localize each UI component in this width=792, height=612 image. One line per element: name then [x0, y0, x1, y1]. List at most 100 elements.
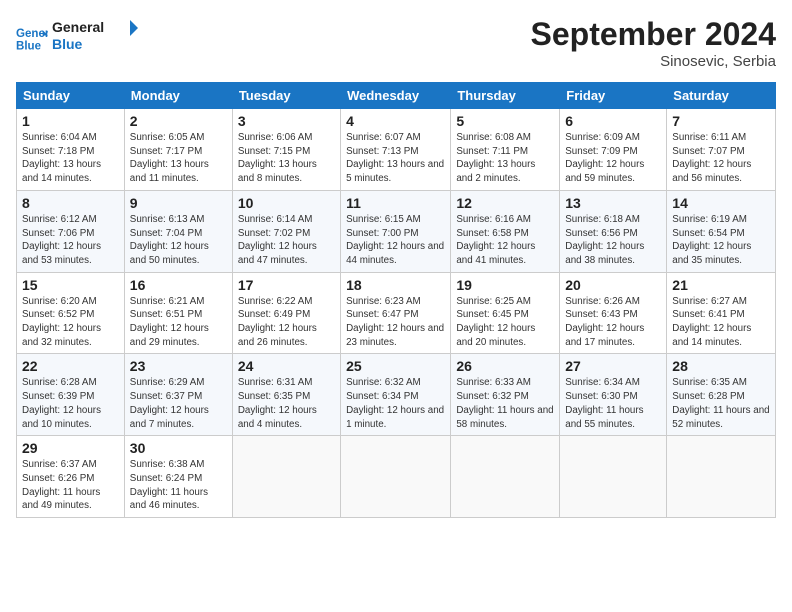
cell-info: Sunrise: 6:12 AMSunset: 7:06 PMDaylight:…: [22, 214, 101, 266]
day-number: 29: [22, 440, 119, 456]
calendar-cell: 29 Sunrise: 6:37 AMSunset: 6:26 PMDayligh…: [17, 436, 125, 518]
day-number: 26: [456, 358, 554, 374]
calendar-cell: 23 Sunrise: 6:29 AMSunset: 6:37 PMDayligh…: [124, 354, 232, 436]
cell-info: Sunrise: 6:29 AMSunset: 6:37 PMDaylight:…: [130, 377, 209, 429]
calendar-cell: 20 Sunrise: 6:26 AMSunset: 6:43 PMDayligh…: [560, 272, 667, 354]
calendar-cell: 3 Sunrise: 6:06 AMSunset: 7:15 PMDaylight…: [232, 109, 340, 191]
calendar-cell: [560, 436, 667, 518]
calendar-cell: 10 Sunrise: 6:14 AMSunset: 7:02 PMDayligh…: [232, 190, 340, 272]
day-number: 14: [672, 195, 770, 211]
day-number: 28: [672, 358, 770, 374]
calendar-cell: 16 Sunrise: 6:21 AMSunset: 6:51 PMDayligh…: [124, 272, 232, 354]
cell-info: Sunrise: 6:26 AMSunset: 6:43 PMDaylight:…: [565, 296, 644, 348]
cell-info: Sunrise: 6:20 AMSunset: 6:52 PMDaylight:…: [22, 296, 101, 348]
month-title: September 2024: [531, 16, 776, 53]
logo-icon: General Blue: [16, 23, 48, 55]
cell-info: Sunrise: 6:13 AMSunset: 7:04 PMDaylight:…: [130, 214, 209, 266]
cell-info: Sunrise: 6:23 AMSunset: 6:47 PMDaylight:…: [346, 296, 444, 348]
cell-info: Sunrise: 6:06 AMSunset: 7:15 PMDaylight:…: [238, 132, 317, 184]
calendar-cell: [341, 436, 451, 518]
cell-info: Sunrise: 6:19 AMSunset: 6:54 PMDaylight:…: [672, 214, 751, 266]
day-header-thursday: Thursday: [451, 83, 560, 109]
cell-info: Sunrise: 6:14 AMSunset: 7:02 PMDaylight:…: [238, 214, 317, 266]
cell-info: Sunrise: 6:15 AMSunset: 7:00 PMDaylight:…: [346, 214, 444, 266]
cell-info: Sunrise: 6:18 AMSunset: 6:56 PMDaylight:…: [565, 214, 644, 266]
day-header-saturday: Saturday: [667, 83, 776, 109]
calendar-cell: 15 Sunrise: 6:20 AMSunset: 6:52 PMDayligh…: [17, 272, 125, 354]
calendar-cell: 27 Sunrise: 6:34 AMSunset: 6:30 PMDayligh…: [560, 354, 667, 436]
cell-info: Sunrise: 6:08 AMSunset: 7:11 PMDaylight:…: [456, 132, 535, 184]
calendar-cell: 24Sunrise: 6:31 AMSunset: 6:35 PMDayligh…: [232, 354, 340, 436]
calendar-week-2: 8Sunrise: 6:12 AMSunset: 7:06 PMDaylight…: [17, 190, 776, 272]
cell-info: Sunrise: 6:25 AMSunset: 6:45 PMDaylight:…: [456, 296, 535, 348]
svg-text:General: General: [52, 19, 104, 35]
calendar-body: 1Sunrise: 6:04 AMSunset: 7:18 PMDaylight…: [17, 109, 776, 518]
calendar-cell: 4 Sunrise: 6:07 AMSunset: 7:13 PMDaylight…: [341, 109, 451, 191]
calendar-cell: [232, 436, 340, 518]
day-number: 19: [456, 277, 554, 293]
cell-info: Sunrise: 6:21 AMSunset: 6:51 PMDaylight:…: [130, 296, 209, 348]
title-block: September 2024 Sinosevic, Serbia: [531, 16, 776, 70]
calendar-week-1: 1Sunrise: 6:04 AMSunset: 7:18 PMDaylight…: [17, 109, 776, 191]
day-number: 22: [22, 358, 119, 374]
calendar-cell: 21 Sunrise: 6:27 AMSunset: 6:41 PMDayligh…: [667, 272, 776, 354]
day-number: 16: [130, 277, 227, 293]
day-number: 30: [130, 440, 227, 456]
cell-info: Sunrise: 6:37 AMSunset: 6:26 PMDaylight:…: [22, 459, 100, 511]
calendar-cell: 2 Sunrise: 6:05 AMSunset: 7:17 PMDaylight…: [124, 109, 232, 191]
calendar-cell: 12 Sunrise: 6:16 AMSunset: 6:58 PMDayligh…: [451, 190, 560, 272]
cell-info: Sunrise: 6:07 AMSunset: 7:13 PMDaylight:…: [346, 132, 444, 184]
calendar-cell: 6Sunrise: 6:09 AMSunset: 7:09 PMDaylight…: [560, 109, 667, 191]
day-header-friday: Friday: [560, 83, 667, 109]
day-number: 3: [238, 113, 335, 129]
day-number: 15: [22, 277, 119, 293]
cell-info: Sunrise: 6:16 AMSunset: 6:58 PMDaylight:…: [456, 214, 535, 266]
day-number: 20: [565, 277, 661, 293]
day-number: 1: [22, 113, 119, 129]
cell-info: Sunrise: 6:27 AMSunset: 6:41 PMDaylight:…: [672, 296, 751, 348]
cell-info: Sunrise: 6:09 AMSunset: 7:09 PMDaylight:…: [565, 132, 644, 184]
calendar-cell: 5 Sunrise: 6:08 AMSunset: 7:11 PMDaylight…: [451, 109, 560, 191]
day-number: 23: [130, 358, 227, 374]
cell-info: Sunrise: 6:35 AMSunset: 6:28 PMDaylight:…: [672, 377, 769, 429]
day-number: 10: [238, 195, 335, 211]
logo: General Blue General Blue: [16, 16, 142, 61]
calendar-cell: 17Sunrise: 6:22 AMSunset: 6:49 PMDayligh…: [232, 272, 340, 354]
calendar-week-5: 29 Sunrise: 6:37 AMSunset: 6:26 PMDayligh…: [17, 436, 776, 518]
day-number: 18: [346, 277, 445, 293]
day-number: 5: [456, 113, 554, 129]
location: Sinosevic, Serbia: [531, 53, 776, 70]
cell-info: Sunrise: 6:31 AMSunset: 6:35 PMDaylight:…: [238, 377, 317, 429]
day-number: 27: [565, 358, 661, 374]
cell-info: Sunrise: 6:38 AMSunset: 6:24 PMDaylight:…: [130, 459, 208, 511]
svg-text:Blue: Blue: [52, 36, 83, 52]
calendar-cell: 26Sunrise: 6:33 AMSunset: 6:32 PMDayligh…: [451, 354, 560, 436]
calendar-cell: 13 Sunrise: 6:18 AMSunset: 6:56 PMDayligh…: [560, 190, 667, 272]
calendar-cell: 28 Sunrise: 6:35 AMSunset: 6:28 PMDayligh…: [667, 354, 776, 436]
day-number: 25: [346, 358, 445, 374]
calendar-cell: 1Sunrise: 6:04 AMSunset: 7:18 PMDaylight…: [17, 109, 125, 191]
day-number: 21: [672, 277, 770, 293]
calendar-cell: 14 Sunrise: 6:19 AMSunset: 6:54 PMDayligh…: [667, 190, 776, 272]
cell-info: Sunrise: 6:11 AMSunset: 7:07 PMDaylight:…: [672, 132, 751, 184]
calendar-cell: 9 Sunrise: 6:13 AMSunset: 7:04 PMDaylight…: [124, 190, 232, 272]
cell-info: Sunrise: 6:34 AMSunset: 6:30 PMDaylight:…: [565, 377, 643, 429]
day-number: 13: [565, 195, 661, 211]
svg-text:Blue: Blue: [16, 40, 42, 52]
calendar-week-3: 15 Sunrise: 6:20 AMSunset: 6:52 PMDayligh…: [17, 272, 776, 354]
day-number: 2: [130, 113, 227, 129]
day-header-tuesday: Tuesday: [232, 83, 340, 109]
cell-info: Sunrise: 6:28 AMSunset: 6:39 PMDaylight:…: [22, 377, 101, 429]
calendar-cell: 25 Sunrise: 6:32 AMSunset: 6:34 PMDayligh…: [341, 354, 451, 436]
day-number: 7: [672, 113, 770, 129]
calendar-cell: [451, 436, 560, 518]
day-number: 9: [130, 195, 227, 211]
calendar-week-4: 22 Sunrise: 6:28 AMSunset: 6:39 PMDayligh…: [17, 354, 776, 436]
calendar-cell: 7 Sunrise: 6:11 AMSunset: 7:07 PMDaylight…: [667, 109, 776, 191]
cell-info: Sunrise: 6:05 AMSunset: 7:17 PMDaylight:…: [130, 132, 209, 184]
cell-info: Sunrise: 6:32 AMSunset: 6:34 PMDaylight:…: [346, 377, 444, 429]
calendar-header: SundayMondayTuesdayWednesdayThursdayFrid…: [17, 83, 776, 109]
calendar-cell: [667, 436, 776, 518]
day-number: 4: [346, 113, 445, 129]
day-number: 12: [456, 195, 554, 211]
